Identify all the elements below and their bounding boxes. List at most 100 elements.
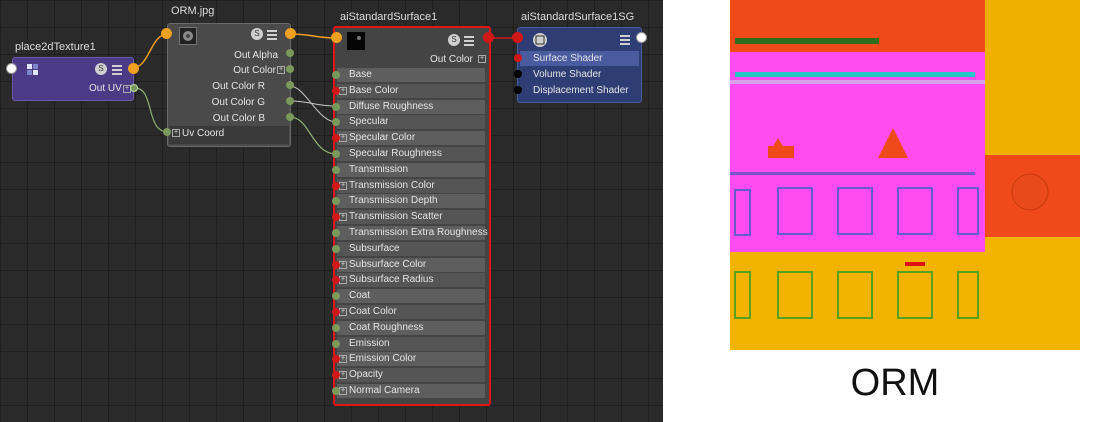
s-badge-icon[interactable]: S <box>448 34 460 46</box>
shader-attr-label: Specular Color <box>349 132 416 144</box>
expand-plus-icon[interactable]: + <box>277 66 285 74</box>
out-color-b-port[interactable] <box>286 113 294 121</box>
shader-attr-row: Specular Roughness <box>337 147 485 161</box>
wire-colorr-specular <box>289 85 337 123</box>
file-input-port[interactable] <box>161 28 172 39</box>
expand-plus-icon[interactable]: + <box>339 308 347 316</box>
shader-attr-port[interactable] <box>332 308 340 316</box>
shader-attr-port[interactable] <box>332 181 340 190</box>
shader-attr-row: Emission <box>337 336 485 351</box>
list-icon[interactable] <box>620 33 630 45</box>
expand-plus-icon[interactable]: + <box>339 134 347 143</box>
shader-attr-port[interactable] <box>332 229 340 237</box>
displacement-shader-port[interactable] <box>514 86 522 94</box>
shader-attr-label: Normal Camera <box>349 385 420 396</box>
shader-attr-row: + Base Color <box>337 83 485 98</box>
attr-displacement-shader: Displacement Shader <box>533 85 629 96</box>
shader-attr-row: Diffuse Roughness <box>337 99 485 114</box>
shader-node-title: aiStandardSurface1 <box>340 11 438 23</box>
list-icon[interactable] <box>112 63 122 75</box>
shader-attr-port[interactable] <box>332 165 340 174</box>
shader-attr-label: Transmission <box>349 163 409 175</box>
out-color-r-port[interactable] <box>286 81 294 89</box>
shader-attr-row: Transmission Depth <box>337 194 485 209</box>
shading-group-icon <box>533 33 547 47</box>
file-node[interactable]: S Out Alpha Out Color + Out Color R Out … <box>167 23 291 147</box>
expand-plus-icon[interactable]: + <box>339 371 347 380</box>
file-node-title: ORM.jpg <box>171 5 215 17</box>
shader-attr-row: Transmission <box>337 162 485 177</box>
shader-attr-port[interactable] <box>332 387 340 395</box>
volume-shader-port[interactable] <box>514 70 522 78</box>
attr-out-color-g: Out Color G <box>211 97 265 108</box>
shader-attr-port[interactable] <box>332 260 340 269</box>
place2d-node[interactable]: S Out UV + <box>12 57 134 101</box>
out-alpha-port[interactable] <box>286 49 294 57</box>
shader-attr-row: Specular <box>337 115 485 130</box>
attr-out-color: Out Color <box>233 65 276 76</box>
shader-attr-row: + Transmission Scatter <box>337 210 485 225</box>
shader-attr-label: Coat Roughness <box>349 321 424 333</box>
shader-attr-row: Base <box>337 68 485 82</box>
wire-outcolor-basecolor <box>289 33 337 39</box>
out-uv-port[interactable] <box>130 84 138 92</box>
shader-output-port[interactable] <box>483 32 494 43</box>
shader-attr-label: Specular <box>349 116 389 128</box>
shader-attr-row: + Transmission Color <box>337 178 485 193</box>
out-color-port[interactable] <box>286 65 294 73</box>
place2d-input-port[interactable] <box>6 63 17 74</box>
shader-attr-label: Transmission Scatter <box>349 211 443 223</box>
shader-attr-label: Diffuse Roughness <box>349 100 434 112</box>
uv-coord-port[interactable] <box>163 128 171 136</box>
place2d-output-port[interactable] <box>128 63 139 74</box>
shader-attr-label: Transmission Extra Roughness <box>349 227 488 238</box>
expand-plus-icon[interactable]: + <box>339 86 347 95</box>
shader-attr-port[interactable] <box>332 86 340 95</box>
s-badge-icon[interactable]: S <box>251 28 263 40</box>
expand-plus-icon[interactable]: + <box>339 387 347 395</box>
attr-out-color-r: Out Color R <box>212 81 265 92</box>
shader-attr-label: Emission <box>349 337 390 349</box>
list-icon[interactable] <box>267 28 277 40</box>
shader-attr-label: Subsurface <box>349 242 400 254</box>
shader-attr-port[interactable] <box>332 244 340 253</box>
sg-node[interactable]: Surface Shader Volume Shader Displacemen… <box>517 27 642 103</box>
orm-texture-image <box>730 0 1080 350</box>
shader-attr-row: Coat <box>337 289 485 304</box>
surface-shader-port[interactable] <box>514 54 522 62</box>
shader-attr-label: Specular Roughness <box>349 148 442 159</box>
list-icon[interactable] <box>464 34 474 46</box>
shader-node[interactable]: S Out Color + Base + Base Color Diffuse Rou… <box>333 26 491 406</box>
place2d-icon <box>26 63 40 77</box>
out-color-g-port[interactable] <box>286 97 294 105</box>
file-output-port[interactable] <box>285 28 296 39</box>
shader-attr-label: Transmission Depth <box>349 195 438 207</box>
shader-attr-port[interactable] <box>332 102 340 111</box>
expand-plus-icon[interactable]: + <box>339 181 347 190</box>
expand-plus-icon[interactable]: + <box>339 276 347 285</box>
shader-attr-row: + Subsurface Color <box>337 257 485 272</box>
sg-input-port[interactable] <box>512 32 523 43</box>
shader-attr-row: + Subsurface Radius <box>337 273 485 288</box>
expand-plus-icon[interactable]: + <box>478 55 486 63</box>
shader-attr-port[interactable] <box>332 323 340 332</box>
wire-colorg-diffuse <box>289 100 337 107</box>
shader-attr-row: Subsurface <box>337 241 485 256</box>
attr-out-uv: Out UV <box>89 83 122 94</box>
shader-swatch-icon <box>347 32 365 50</box>
shader-attr-port[interactable] <box>332 339 340 348</box>
sg-output-port[interactable] <box>636 32 647 43</box>
expand-plus-icon[interactable]: + <box>339 260 347 269</box>
shader-input-port[interactable] <box>331 32 342 43</box>
s-badge-icon[interactable]: S <box>95 63 107 75</box>
shader-attr-row: + Emission Color <box>337 352 485 367</box>
shader-attr-port[interactable] <box>332 150 340 158</box>
node-editor[interactable]: place2dTexture1 S Out UV + ORM.jpg S Out… <box>0 0 663 422</box>
shader-attr-port[interactable] <box>332 71 340 79</box>
preview-caption: ORM <box>850 362 940 404</box>
expand-plus-icon[interactable]: + <box>339 355 347 364</box>
expand-plus-icon[interactable]: + <box>172 129 180 137</box>
shader-attr-label: Opacity <box>349 369 383 381</box>
expand-plus-icon[interactable]: + <box>339 213 347 222</box>
shader-attr-row: + Coat Color <box>337 305 485 319</box>
